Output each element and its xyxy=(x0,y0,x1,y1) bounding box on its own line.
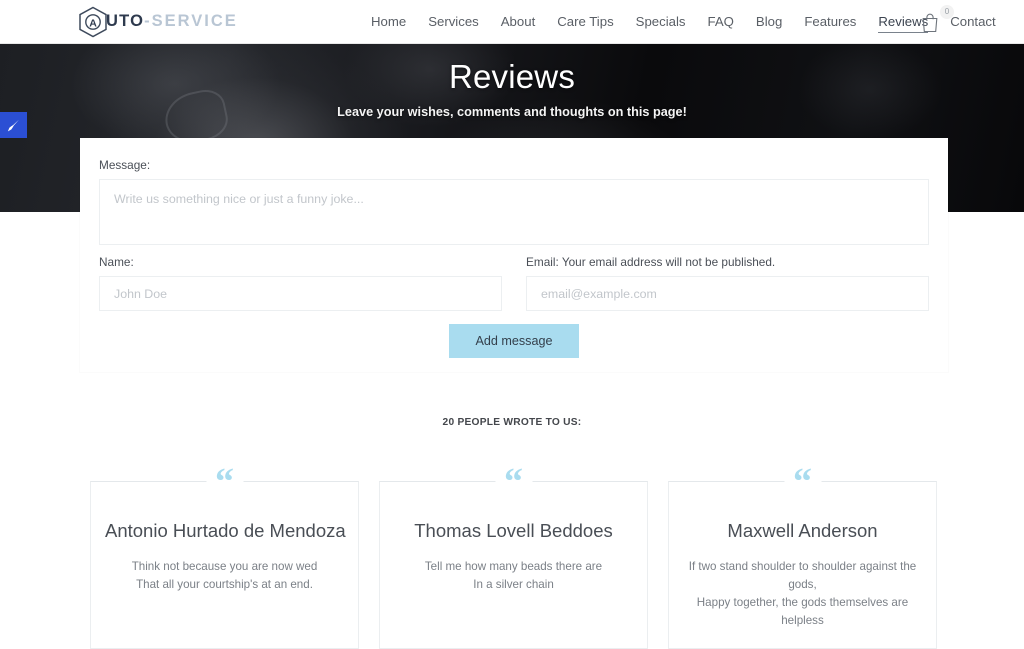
nav-item-blog[interactable]: Blog xyxy=(745,0,793,44)
name-input[interactable] xyxy=(99,276,502,311)
nav-item-about[interactable]: About xyxy=(490,0,546,44)
submit-row: Add message xyxy=(80,324,948,358)
nav-item-services[interactable]: Services xyxy=(417,0,490,44)
hexagon-a-icon: A xyxy=(79,6,107,37)
cart-button[interactable]: 0 xyxy=(920,5,954,37)
review-text-line: Tell me how many beads there are xyxy=(424,560,603,573)
logo-wordmark: UTO-SERVICE xyxy=(106,13,238,30)
review-card: “ Thomas Lovell Beddoes Tell me how many… xyxy=(379,463,648,649)
name-email-row: Name: Email: Your email address will not… xyxy=(99,255,929,311)
message-input[interactable] xyxy=(99,179,929,245)
review-form-card: Message: Name: Email: Your email address… xyxy=(80,138,948,372)
review-cards-list: “ Antonio Hurtado de Mendoza Think not b… xyxy=(90,463,938,649)
logo-letter: A xyxy=(89,17,97,29)
review-text-line: Think not because you are now wed xyxy=(131,560,318,573)
nav-item-features[interactable]: Features xyxy=(793,0,867,44)
review-author-name: Antonio Hurtado de Mendoza xyxy=(105,520,346,541)
email-field-group: Email: Your email address will not be pu… xyxy=(526,255,929,311)
quote-icon: “ xyxy=(495,463,532,501)
nav-item-care-tips[interactable]: Care Tips xyxy=(546,0,624,44)
review-text-line: In a silver chain xyxy=(473,578,554,591)
review-text-line: Happy together, the gods themselves are … xyxy=(696,596,909,627)
quote-icon: “ xyxy=(784,463,821,501)
quote-icon: “ xyxy=(206,463,243,501)
add-message-button[interactable]: Add message xyxy=(449,324,579,358)
edit-page-tab[interactable] xyxy=(0,112,27,138)
email-label: Email: Your email address will not be pu… xyxy=(526,255,776,269)
review-card: “ Maxwell Anderson If two stand shoulder… xyxy=(668,463,937,649)
shopping-bag-icon xyxy=(922,13,938,33)
name-label: Name: xyxy=(99,255,134,269)
message-field-group: Message: xyxy=(99,158,929,250)
logo-accent-text: -SERVICE xyxy=(144,12,238,31)
email-input[interactable] xyxy=(526,276,929,311)
review-text-line: If two stand shoulder to shoulder agains… xyxy=(688,560,917,591)
nav-item-specials[interactable]: Specials xyxy=(625,0,697,44)
site-header: A UTO-SERVICE Home Services About Care T… xyxy=(0,0,1024,44)
message-label: Message: xyxy=(99,158,151,172)
review-author-name: Maxwell Anderson xyxy=(727,520,878,541)
paintbrush-icon xyxy=(7,119,19,131)
nav-item-faq[interactable]: FAQ xyxy=(697,0,745,44)
review-count-text: 20 PEOPLE WROTE TO US: xyxy=(442,417,582,428)
cart-count-badge: 0 xyxy=(940,5,954,19)
page-subtitle: Leave your wishes, comments and thoughts… xyxy=(337,105,687,119)
main-navigation: Home Services About Care Tips Specials F… xyxy=(360,0,1007,44)
site-logo[interactable]: A UTO-SERVICE xyxy=(78,6,238,38)
name-field-group: Name: xyxy=(99,255,502,311)
review-text-line: That all your courtship's at an end. xyxy=(136,578,313,591)
page-title: Reviews xyxy=(448,58,576,95)
nav-item-home[interactable]: Home xyxy=(360,0,417,44)
logo-main-text: UTO xyxy=(106,12,145,31)
review-card: “ Antonio Hurtado de Mendoza Think not b… xyxy=(90,463,359,649)
review-author-name: Thomas Lovell Beddoes xyxy=(414,520,613,541)
